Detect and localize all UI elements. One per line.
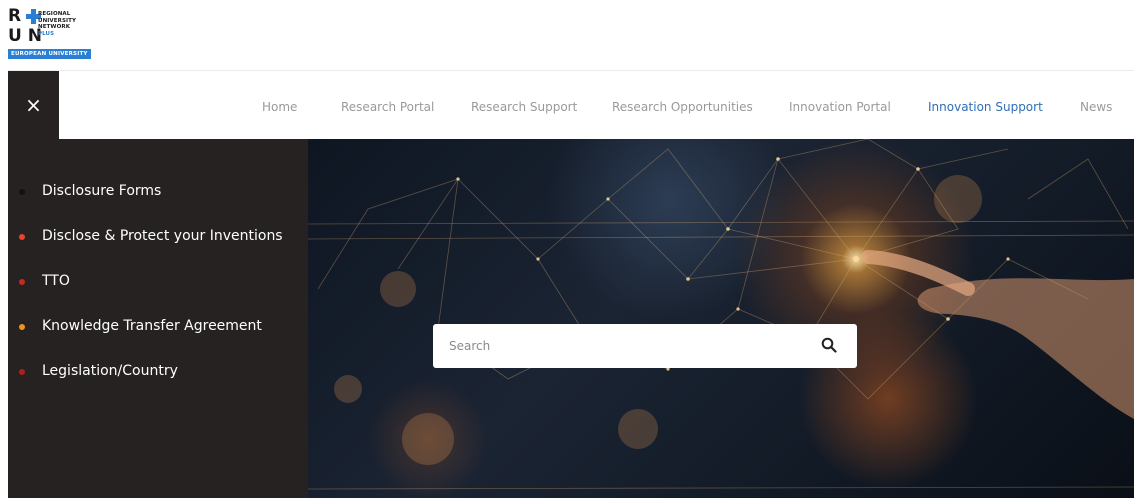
hero-image <box>308 139 1134 498</box>
close-icon: × <box>25 93 42 117</box>
logo-letters-un: U N <box>8 25 42 46</box>
side-item-label: Legislation/Country <box>42 363 178 379</box>
hand-silhouette <box>917 278 1134 419</box>
run-logo[interactable]: R U N REGIONAL UNIVERSITY NETWORK PLUS E… <box>8 6 108 60</box>
logo-banner: EUROPEAN UNIVERSITY <box>8 49 91 59</box>
bullet-icon <box>19 324 25 330</box>
nav-item-research-portal[interactable]: Research Portal <box>341 100 434 114</box>
side-item-legislation-country[interactable]: Legislation/Country <box>8 361 308 383</box>
nav-item-innovation-support[interactable]: Innovation Support <box>928 100 1043 114</box>
logo-network-name: REGIONAL UNIVERSITY NETWORK PLUS <box>38 11 76 37</box>
side-item-knowledge-transfer[interactable]: Knowledge Transfer Agreement <box>8 316 308 338</box>
close-menu-button[interactable]: × <box>8 71 59 139</box>
side-item-disclosure-forms[interactable]: Disclosure Forms <box>8 181 308 203</box>
logo-name-line: PLUS <box>38 30 55 37</box>
search-input[interactable] <box>449 334 809 358</box>
nav-item-news[interactable]: News <box>1080 100 1112 114</box>
bullet-icon <box>19 369 25 375</box>
bullet-icon <box>19 234 25 240</box>
side-item-label: Disclose & Protect your Inventions <box>42 228 283 244</box>
side-item-disclose-protect[interactable]: Disclose & Protect your Inventions <box>8 226 308 248</box>
logo-letters: R U N <box>8 6 42 46</box>
network-lines-graphic <box>308 139 1134 490</box>
header-divider <box>8 70 1134 71</box>
bullet-icon <box>19 279 25 285</box>
logo-name-line: REGIONAL <box>38 11 71 17</box>
logo-letter-r: R <box>8 5 22 26</box>
nav-item-innovation-portal[interactable]: Innovation Portal <box>789 100 891 114</box>
search-box <box>433 324 857 368</box>
side-item-label: Knowledge Transfer Agreement <box>42 318 262 334</box>
nav-item-research-opportunities[interactable]: Research Opportunities <box>612 100 753 114</box>
nav-item-home[interactable]: Home <box>262 100 297 114</box>
search-icon[interactable] <box>821 337 837 353</box>
bullet-icon <box>19 189 25 195</box>
side-item-label: Disclosure Forms <box>42 183 162 199</box>
side-item-tto[interactable]: TTO <box>8 271 308 293</box>
side-menu: Disclosure Forms Disclose & Protect your… <box>8 139 308 498</box>
side-item-label: TTO <box>42 273 70 289</box>
nav-item-research-support[interactable]: Research Support <box>471 100 577 114</box>
